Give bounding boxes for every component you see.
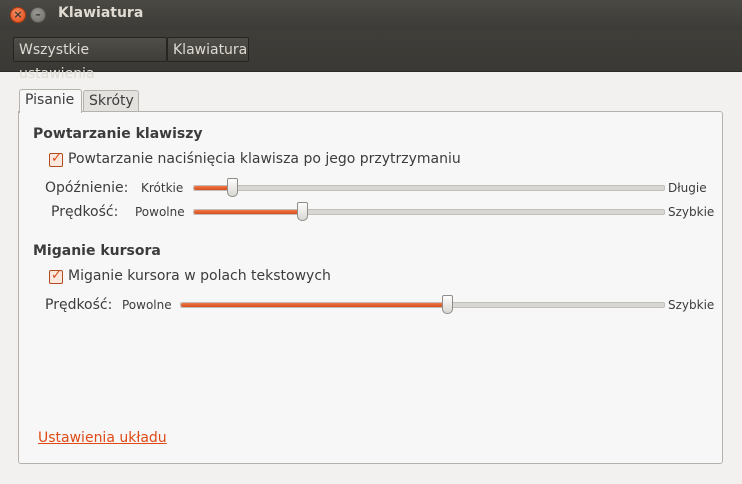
repeat-delay-max-label: Długie <box>668 181 707 195</box>
blink-speed-min-label: Powolne <box>122 298 172 312</box>
blink-speed-fill <box>181 303 447 307</box>
repeat-speed-max-label: Szybkie <box>668 205 715 219</box>
blink-speed-max-label: Szybkie <box>668 298 715 312</box>
repeat-speed-fill <box>194 210 303 214</box>
tab-typing[interactable]: Pisanie <box>19 89 82 113</box>
blink-speed-slider[interactable] <box>180 295 665 314</box>
layout-settings-link[interactable]: Ustawienia układu <box>38 430 167 446</box>
close-window-button[interactable]: × <box>10 7 26 23</box>
repeat-delay-min-label: Krótkie <box>141 181 184 195</box>
title-bar: × – Klawiatura <box>0 0 742 30</box>
repeat-delay-label: Opóźnienie: <box>45 180 129 196</box>
cursor-blink-checkbox-label[interactable]: Miganie kursora w polach tekstowych <box>68 268 331 284</box>
tab-shortcuts[interactable]: Skróty <box>83 90 139 112</box>
breadcrumb-keyboard[interactable]: Klawiatura <box>167 37 249 62</box>
key-repeat-heading: Powtarzanie klawiszy <box>33 126 203 142</box>
checkmark-icon: ✓ <box>51 268 62 283</box>
key-repeat-checkbox[interactable]: ✓ <box>49 151 63 167</box>
cursor-blink-checkbox[interactable]: ✓ <box>49 268 63 284</box>
close-icon: × <box>13 8 23 21</box>
key-repeat-checkbox-label[interactable]: Powtarzanie naciśnięcia klawisza po jego… <box>68 151 461 167</box>
repeat-delay-slider[interactable] <box>193 178 665 197</box>
minimize-icon: – <box>35 8 41 21</box>
cursor-blink-heading: Miganie kursora <box>33 243 161 259</box>
breadcrumb: Wszystkie ustawienia Klawiatura <box>0 30 742 82</box>
repeat-delay-handle[interactable] <box>226 178 238 197</box>
repeat-delay-fill <box>194 186 232 190</box>
breadcrumb-all-settings[interactable]: Wszystkie ustawienia <box>13 37 167 82</box>
repeat-speed-label: Prędkość: <box>51 204 119 220</box>
repeat-speed-handle[interactable] <box>297 202 309 221</box>
minimize-window-button[interactable]: – <box>30 7 46 23</box>
window-title: Klawiatura <box>58 5 144 21</box>
repeat-speed-slider[interactable] <box>193 202 665 221</box>
checkmark-icon: ✓ <box>51 151 62 166</box>
repeat-speed-min-label: Powolne <box>135 205 185 219</box>
blink-speed-handle[interactable] <box>441 295 453 314</box>
blink-speed-label: Prędkość: <box>45 297 113 313</box>
